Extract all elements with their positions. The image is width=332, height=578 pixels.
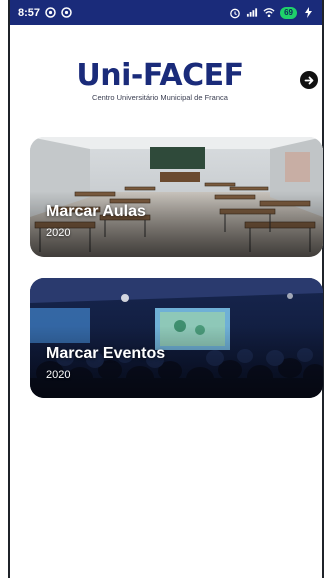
app-frame: 8:57 69 Uni-FACEF Centro Universitário M… — [8, 0, 324, 578]
card-year: 2020 — [46, 227, 71, 239]
card-year: 2020 — [46, 369, 71, 381]
classroom-photo — [30, 137, 323, 257]
logo-text: Uni-FACEF — [76, 58, 244, 93]
notification-icon — [60, 7, 72, 19]
next-button[interactable] — [300, 71, 318, 89]
status-bar: 8:57 69 — [10, 0, 322, 25]
arrow-right-icon — [304, 76, 313, 84]
battery-icon: 69 — [280, 6, 297, 19]
logo-subtitle: Centro Universitário Municipal de Franca — [92, 93, 228, 102]
card-title: Marcar Eventos — [46, 345, 166, 362]
signal-icon — [246, 7, 258, 19]
marcar-eventos-card[interactable]: Marcar Eventos 2020 — [30, 278, 323, 398]
notification-icon — [44, 7, 56, 19]
status-time: 8:57 — [18, 6, 41, 19]
auditorium-photo — [30, 278, 323, 398]
charging-icon — [302, 7, 314, 19]
alarm-icon — [229, 7, 241, 19]
card-title: Marcar Aulas — [46, 203, 146, 220]
marcar-aulas-card[interactable]: Marcar Aulas 2020 — [30, 137, 323, 257]
logo: Uni-FACEF Centro Universitário Municipal… — [70, 58, 250, 103]
wifi-icon — [263, 7, 275, 19]
